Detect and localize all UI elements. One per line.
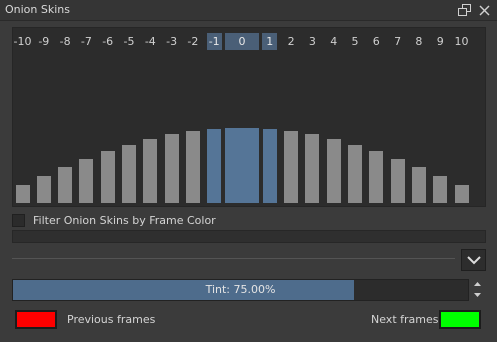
filter-by-frame-color-label: Filter Onion Skins by Frame Color (33, 213, 216, 227)
frame-label-6[interactable]: 6 (367, 33, 385, 50)
frame-bar-6[interactable] (369, 151, 384, 203)
frame-label--9[interactable]: -9 (35, 33, 53, 50)
previous-frames-label: Previous frames (67, 313, 156, 326)
frame-bar--3[interactable] (164, 134, 179, 203)
close-button[interactable] (476, 2, 492, 18)
frame-bar-4[interactable] (326, 138, 341, 203)
tint-value-text: Tint: 75.00% (205, 283, 276, 296)
tint-spin-up-button[interactable] (471, 279, 484, 289)
frame-label-10[interactable]: 10 (453, 33, 471, 50)
frame-bar-8[interactable] (411, 167, 426, 203)
frame-label-8[interactable]: 8 (410, 33, 428, 50)
frame-label--1[interactable]: -1 (206, 33, 222, 50)
expand-button[interactable] (461, 249, 486, 271)
frame-bar--2[interactable] (185, 130, 200, 203)
frame-label--7[interactable]: -7 (77, 33, 95, 50)
frame-label-0[interactable]: 0 (225, 33, 259, 50)
frame-label--6[interactable]: -6 (99, 33, 117, 50)
filter-by-frame-color-row[interactable]: Filter Onion Skins by Frame Color (12, 213, 216, 227)
frame-label-3[interactable]: 3 (303, 33, 321, 50)
frame-bar-2[interactable] (284, 130, 299, 203)
frame-label-4[interactable]: 4 (325, 33, 343, 50)
tint-spinner[interactable] (471, 279, 484, 300)
tint-spin-down-button[interactable] (471, 290, 484, 300)
next-frames-color-swatch[interactable] (439, 310, 481, 329)
frame-labels: -10 -9 -8 -7 -6 -5 -4 -3 -2 -1 0 1 2 3 4 5 6 7 8 9 10 (13, 28, 485, 54)
filter-by-frame-color-checkbox[interactable] (12, 213, 25, 227)
frame-label--10[interactable]: -10 (14, 33, 32, 50)
frame-bar--6[interactable] (100, 151, 115, 203)
frame-bar-7[interactable] (390, 159, 405, 203)
frame-label-1[interactable]: 1 (262, 33, 278, 50)
frame-bar-3[interactable] (305, 134, 320, 203)
frame-bars (13, 54, 485, 203)
tint-slider[interactable]: Tint: 75.00% (12, 279, 469, 301)
frame-label--8[interactable]: -8 (56, 33, 74, 50)
close-icon (479, 5, 489, 15)
frame-bar--9[interactable] (36, 176, 51, 203)
frame-label-9[interactable]: 9 (431, 33, 449, 50)
frame-label-2[interactable]: 2 (282, 33, 300, 50)
spin-down-icon (474, 293, 481, 297)
frame-bar--5[interactable] (122, 144, 136, 203)
frame-label--4[interactable]: -4 (141, 33, 159, 50)
frame-label--5[interactable]: -5 (120, 33, 138, 50)
frame-label-5[interactable]: 5 (346, 33, 364, 50)
frame-bar--4[interactable] (143, 138, 158, 203)
frame-bar-0[interactable] (225, 128, 259, 203)
frame-label-7[interactable]: 7 (389, 33, 407, 50)
frame-bar--7[interactable] (79, 159, 94, 203)
frame-bar--1[interactable] (207, 128, 222, 203)
frame-color-field (12, 230, 486, 243)
float-window-button[interactable] (456, 2, 472, 18)
section-divider (12, 258, 455, 259)
frame-bar-10[interactable] (454, 185, 469, 203)
title-bar: Onion Skins (0, 0, 497, 21)
previous-frames-color-swatch[interactable] (15, 310, 57, 329)
chevron-down-icon (466, 255, 481, 264)
next-frames-label: Next frames (371, 313, 439, 326)
frame-bar-1[interactable] (262, 128, 277, 203)
frame-label--3[interactable]: -3 (163, 33, 181, 50)
onion-skin-frame-panel[interactable]: -10 -9 -8 -7 -6 -5 -4 -3 -2 -1 0 1 2 3 4 5 6 7 8 9 10 (12, 27, 486, 207)
spin-up-icon (474, 282, 481, 286)
float-window-icon (457, 4, 471, 16)
frame-bar-9[interactable] (433, 176, 448, 203)
frame-bar--8[interactable] (58, 167, 73, 203)
frame-label--2[interactable]: -2 (184, 33, 202, 50)
frame-bar--10[interactable] (15, 185, 30, 203)
window-title: Onion Skins (5, 3, 70, 16)
frame-bar-5[interactable] (348, 144, 362, 203)
